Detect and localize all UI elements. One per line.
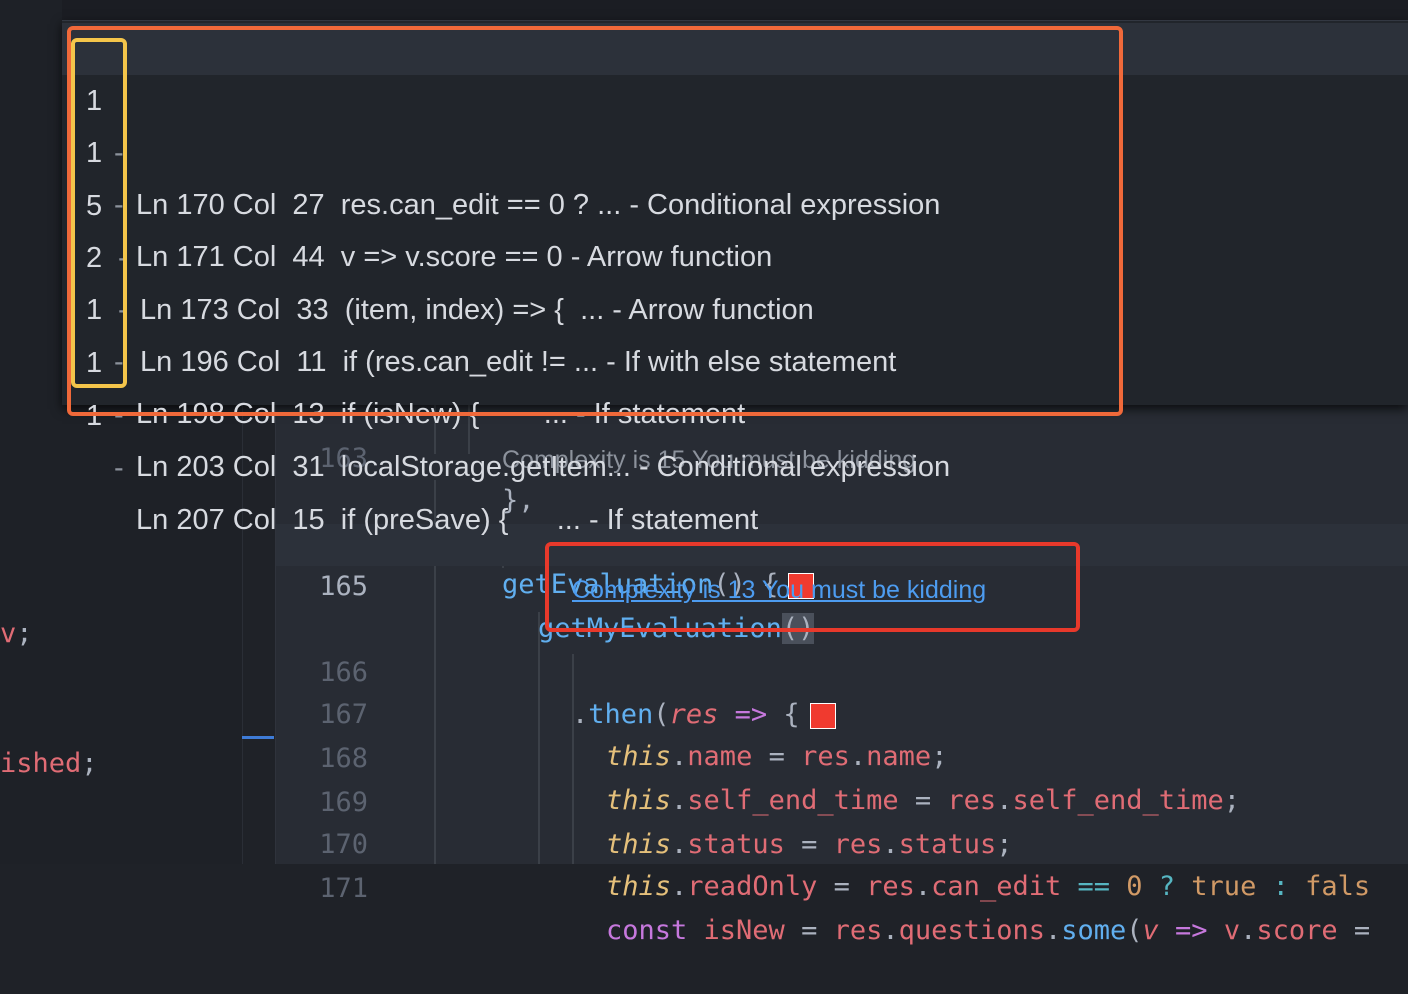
gutter-change-marker — [242, 736, 274, 739]
complexity-quick-pick[interactable]: 1 - Ln 170 Col 27 res.can_edit == 0 ? ..… — [62, 20, 1408, 536]
quick-pick-label: Ln 203 Col 31 localStorage.getItem... - … — [136, 451, 951, 483]
quick-pick-item[interactable]: 1 - Ln 198 Col 13 if (isNew) { ... - If … — [62, 232, 1408, 430]
code-line[interactable]: 170 this.readOnly = res.can_edit == 0 ? … — [276, 782, 1408, 902]
line-number: 171 — [319, 873, 368, 904]
complexity-count: 1 — [86, 400, 103, 432]
quick-pick-item[interactable]: 1 - Ln 170 Col 27 res.can_edit == 0 ? ..… — [62, 23, 1408, 221]
quick-pick-label: Ln 207 Col 15 if (preSave) { ... - If st… — [136, 504, 759, 536]
quick-pick-item[interactable]: 1 - Ln 207 Col 15 if (preSave) { ... - I… — [62, 338, 1408, 536]
code-line[interactable]: 171 const isNew = res.questions.some(v =… — [276, 826, 1408, 946]
complexity-codelens-link[interactable]: Complexity is 13 You must be kidding — [572, 576, 986, 605]
quick-pick-item[interactable]: 2 - Ln 196 Col 11 if (res.can_edit != ..… — [62, 180, 1408, 378]
code-line[interactable]: 168 this.self_end_time = res.self_end_ti… — [276, 696, 1408, 816]
code-line[interactable]: 166 .then(res => { — [276, 610, 1408, 730]
quick-pick-item[interactable]: 1 - Ln 203 Col 31 localStorage.getItem..… — [62, 285, 1408, 483]
quick-pick-item[interactable]: 5 - Ln 173 Col 33 (item, index) => { ...… — [62, 128, 1408, 326]
left-code-line: v; — [0, 618, 33, 649]
left-code-line: ished; — [0, 748, 98, 779]
popup-header-strip — [62, 0, 1408, 20]
quick-pick-label: Ln 198 Col 13 if (isNew) { ... - If stat… — [136, 398, 746, 430]
quick-pick-item[interactable]: 1 - Ln 171 Col 44 v => v.score == 0 - Ar… — [62, 75, 1408, 273]
code-line[interactable]: 167 this.name = res.name; — [276, 652, 1408, 772]
code-line[interactable]: 169 this.status = res.status; — [276, 740, 1408, 860]
line-number: 165 — [319, 571, 368, 602]
